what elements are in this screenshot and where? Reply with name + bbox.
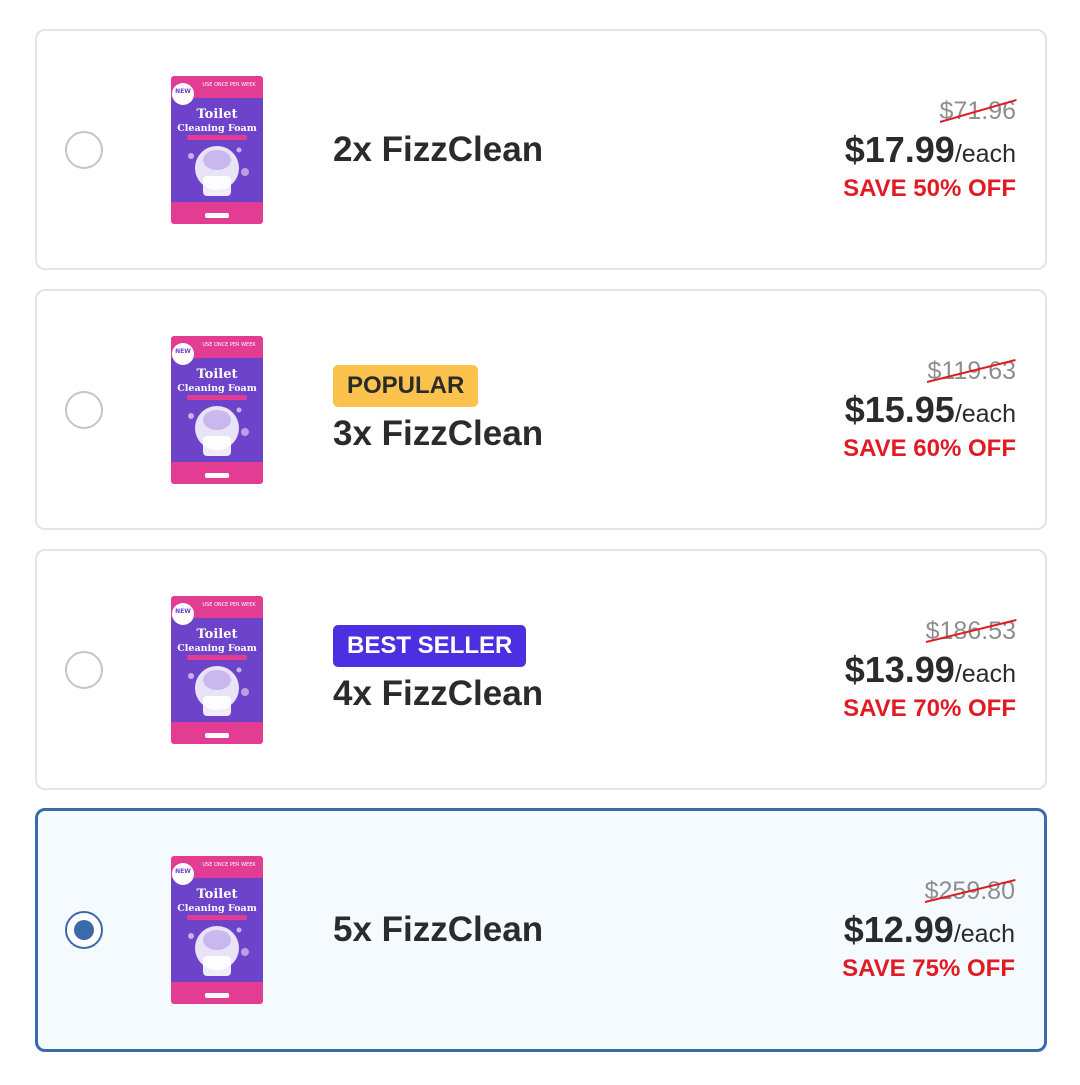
original-price: $119.63 xyxy=(927,356,1017,386)
svg-text:USE ONCE PER WEEK: USE ONCE PER WEEK xyxy=(202,602,256,608)
per-unit-label: /each xyxy=(954,139,1016,168)
offer-name: 2x FizzClean xyxy=(333,129,544,169)
radio-button[interactable] xyxy=(65,130,103,169)
svg-text:Toilet: Toilet xyxy=(196,627,237,642)
original-price: $71.96 xyxy=(939,96,1017,126)
offer-option-5x[interactable]: NEW USE ONCE PER WEEK Toilet Cleaning Fo… xyxy=(35,808,1047,1052)
current-price: $12.99/each xyxy=(842,908,1015,952)
savings-label: SAVE 60% OFF xyxy=(843,434,1016,462)
offer-name: 5x FizzClean xyxy=(333,910,544,949)
svg-text:USE ONCE PER WEEK: USE ONCE PER WEEK xyxy=(202,82,256,88)
current-price: $17.99/each xyxy=(843,128,1016,172)
svg-text:NEW: NEW xyxy=(175,88,191,95)
price-block: $119.63 $15.95/each SAVE 60% OFF xyxy=(843,356,1017,464)
svg-text:Toilet: Toilet xyxy=(196,107,237,122)
price-block: $186.53 $13.99/each SAVE 70% OFF xyxy=(843,616,1017,724)
radio-button-selected[interactable] xyxy=(65,911,103,949)
strikethrough-line xyxy=(924,879,1016,903)
svg-text:USE ONCE PER WEEK: USE ONCE PER WEEK xyxy=(202,342,256,348)
per-unit-label: /each xyxy=(954,659,1016,688)
offer-name-block: 2x FizzClean xyxy=(333,129,543,171)
product-package-image: NEW USE ONCE PER WEEK Toilet Cleaning Fo… xyxy=(169,335,265,484)
svg-text:Cleaning Foam: Cleaning Foam xyxy=(177,903,257,914)
strikethrough-line xyxy=(925,618,1017,643)
original-price: $259.80 xyxy=(924,876,1016,906)
offer-name-block: 5x FizzClean xyxy=(333,909,543,951)
product-package-image: NEW USE ONCE PER WEEK Toilet Cleaning Fo… xyxy=(169,75,265,224)
savings-label: SAVE 50% OFF xyxy=(843,174,1016,202)
svg-text:Cleaning Foam: Cleaning Foam xyxy=(177,123,257,134)
current-price-value: $13.99 xyxy=(844,648,955,690)
savings-label: SAVE 75% OFF xyxy=(842,955,1015,982)
offer-name: 3x FizzClean xyxy=(333,413,544,453)
original-price: $186.53 xyxy=(925,616,1017,646)
strikethrough-line xyxy=(927,358,1017,383)
radio-button[interactable] xyxy=(65,650,103,689)
offer-name-block: BEST SELLER 4x FizzClean xyxy=(333,624,544,715)
popular-badge: POPULAR xyxy=(333,364,479,407)
per-unit-label: /each xyxy=(953,920,1015,948)
current-price: $15.95/each xyxy=(843,388,1016,432)
svg-text:NEW: NEW xyxy=(175,348,191,355)
current-price-value: $15.95 xyxy=(844,388,955,430)
svg-text:Toilet: Toilet xyxy=(196,367,237,382)
svg-text:NEW: NEW xyxy=(175,608,191,615)
offer-option-2x[interactable]: NEW USE ONCE PER WEEK Toilet Cleaning Fo… xyxy=(35,29,1047,270)
offer-name-block: POPULAR 3x FizzClean xyxy=(333,364,544,455)
current-price: $13.99/each xyxy=(843,648,1016,692)
svg-text:Toilet: Toilet xyxy=(196,887,237,902)
best-seller-badge: BEST SELLER xyxy=(333,624,527,667)
svg-text:USE ONCE PER WEEK: USE ONCE PER WEEK xyxy=(202,862,256,868)
per-unit-label: /each xyxy=(954,399,1016,428)
svg-text:Cleaning Foam: Cleaning Foam xyxy=(177,643,257,654)
savings-label: SAVE 70% OFF xyxy=(843,694,1016,722)
strikethrough-line xyxy=(939,98,1017,123)
price-block: $71.96 $17.99/each SAVE 50% OFF xyxy=(843,96,1017,204)
svg-text:Cleaning Foam: Cleaning Foam xyxy=(177,383,257,394)
current-price-value: $17.99 xyxy=(844,128,955,170)
offer-name: 4x FizzClean xyxy=(333,673,544,713)
svg-text:NEW: NEW xyxy=(175,868,191,875)
current-price-value: $12.99 xyxy=(843,909,954,950)
price-block: $259.80 $12.99/each SAVE 75% OFF xyxy=(842,876,1016,984)
product-package-image: NEW USE ONCE PER WEEK Toilet Cleaning Fo… xyxy=(169,595,265,744)
offer-option-4x[interactable]: NEW USE ONCE PER WEEK Toilet Cleaning Fo… xyxy=(35,549,1047,790)
product-package-image: NEW USE ONCE PER WEEK Toilet Cleaning Fo… xyxy=(169,856,265,1004)
offer-option-3x[interactable]: NEW USE ONCE PER WEEK Toilet Cleaning Fo… xyxy=(35,289,1047,530)
radio-selected-dot xyxy=(74,920,94,940)
radio-button[interactable] xyxy=(65,390,103,429)
